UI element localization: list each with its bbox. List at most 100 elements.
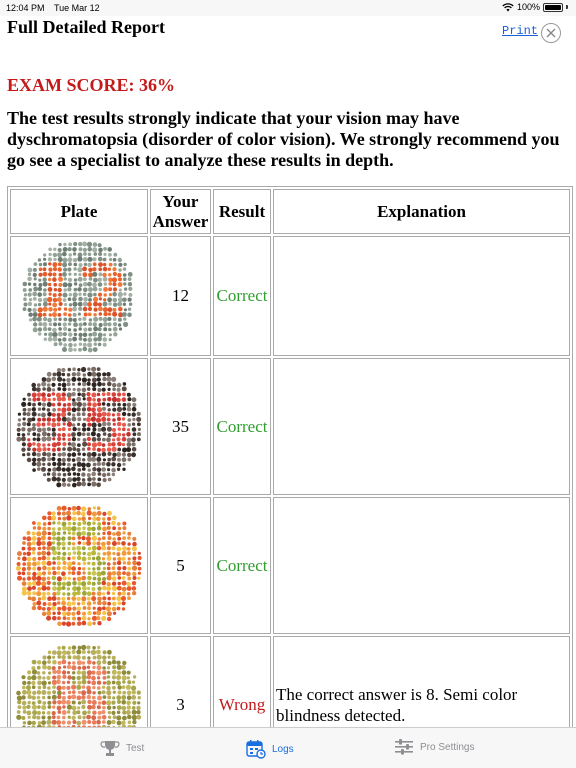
plate-dot [107, 247, 112, 252]
wifi-icon [502, 2, 514, 11]
plate-dot [102, 600, 107, 606]
plate-dot [66, 372, 71, 377]
plate-dot [71, 555, 76, 560]
plate-dot [67, 441, 72, 446]
plate-dot [67, 452, 72, 457]
plate-dot [101, 391, 106, 396]
plate-dot [26, 530, 31, 535]
plate-dot [76, 476, 81, 481]
plate-dot [33, 262, 38, 266]
plate-dot [62, 516, 67, 521]
plate-dot [27, 585, 32, 591]
plate-dot [27, 417, 32, 422]
plate-dot [17, 704, 22, 709]
results-table: Plate Your Answer Result Explanation 12 … [7, 186, 573, 727]
plate-dot [27, 595, 32, 600]
print-link[interactable]: Print [502, 24, 538, 38]
plate-dot [26, 551, 31, 556]
plate-dot [76, 401, 82, 407]
plate-dot [72, 462, 77, 467]
plate-dot [51, 515, 57, 521]
plate-dot [97, 332, 103, 338]
plate-dot [41, 391, 46, 397]
plate-dot [112, 452, 117, 457]
plate-dot [62, 649, 67, 655]
plate-dot [137, 700, 141, 704]
plate-dot [17, 699, 22, 704]
plate-dot [92, 331, 98, 337]
plate-dot [116, 451, 122, 457]
plate-dot [127, 452, 132, 457]
plate-dot [107, 381, 112, 386]
plate-dot [36, 689, 42, 695]
plate-dot [96, 456, 102, 462]
plate-dot [68, 293, 72, 297]
plate-dot [87, 704, 92, 710]
tab-logs[interactable]: Logs [246, 739, 294, 759]
plate-dot [102, 705, 106, 709]
plate-dot [22, 452, 26, 456]
plate-dot [92, 665, 96, 669]
plate-dot [77, 700, 82, 705]
plate-dot [61, 372, 66, 376]
plate-dot [47, 535, 52, 540]
plate-dot [71, 675, 76, 680]
plate-dot [77, 267, 83, 273]
plate-dot [72, 257, 78, 263]
tab-pro-settings[interactable]: Pro Settings [394, 739, 474, 755]
plate-dot [72, 476, 77, 482]
plate-dot [41, 570, 47, 575]
plate-dot [103, 293, 107, 297]
plate-dot [42, 462, 46, 466]
plate-dot [121, 442, 126, 446]
plate-dot [96, 704, 101, 709]
plate-dot [132, 560, 137, 565]
plate-dot [71, 406, 77, 412]
plate-dot [51, 412, 56, 417]
plate-dot [62, 560, 67, 565]
plate-dot [96, 664, 102, 670]
tab-test[interactable]: Test [100, 739, 144, 757]
close-button[interactable] [541, 23, 561, 43]
plate-dot [73, 348, 77, 352]
plate-dot [102, 376, 107, 381]
plate-dot [127, 541, 131, 546]
plate-dot [76, 505, 81, 510]
plate-dot [97, 282, 103, 287]
plate-dot [32, 457, 37, 462]
plate-dot [97, 277, 103, 282]
plate-dot [83, 297, 88, 302]
plate-dot [27, 680, 31, 685]
ishihara-plate-image [21, 238, 137, 354]
plate-dot [106, 421, 111, 426]
plate-dot [71, 376, 77, 382]
plate-dot [111, 540, 117, 546]
plate-dot [122, 525, 127, 530]
plate-dot [81, 655, 86, 660]
plate-dot [26, 535, 32, 541]
plate-dot [87, 649, 91, 654]
plate-dot [86, 426, 91, 431]
plate-dot [96, 669, 102, 676]
plate-dot [43, 472, 47, 476]
plate-dot [117, 541, 121, 545]
plate-dot [71, 436, 76, 441]
plate-dot [21, 401, 27, 407]
plate-dot [46, 710, 51, 715]
plate-dot [52, 659, 57, 664]
plate-dot [62, 257, 68, 263]
plate-dot [51, 530, 57, 536]
plate-dot [137, 431, 141, 436]
plate-dot [92, 660, 96, 665]
plate-dot [62, 337, 67, 342]
plate-dot [126, 571, 131, 576]
plate-dot [77, 580, 82, 586]
plate-dot [52, 601, 57, 606]
plate-dot [97, 477, 102, 481]
plate-dot [91, 591, 96, 596]
plate-dot [123, 308, 127, 312]
plate-dot [37, 407, 42, 411]
plate-dot [47, 659, 51, 664]
plate-dot [67, 387, 71, 391]
plate-dot [62, 691, 66, 695]
